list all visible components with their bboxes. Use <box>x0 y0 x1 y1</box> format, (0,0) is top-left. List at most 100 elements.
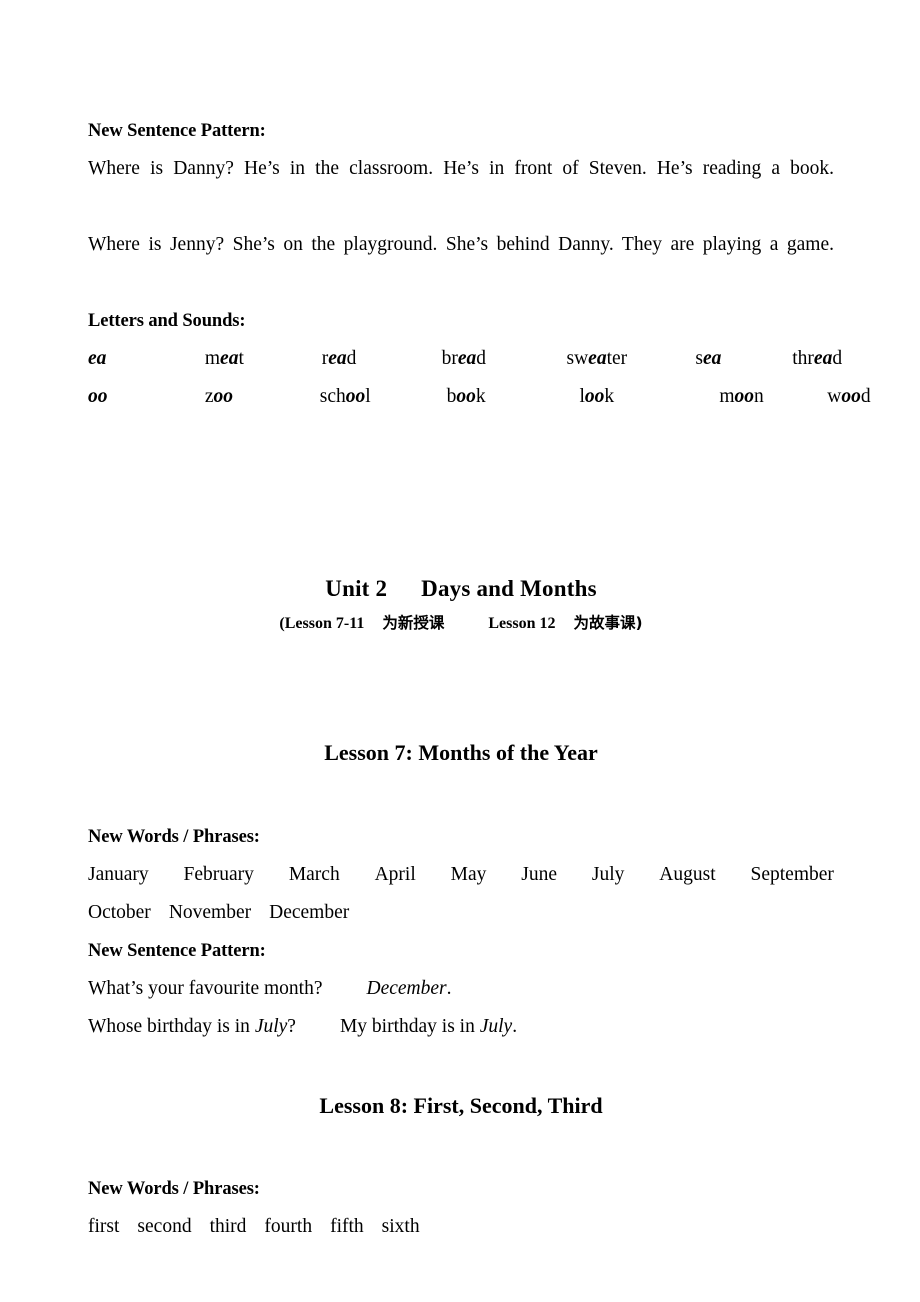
lesson8-heading: Lesson 8: First, Second, Third <box>319 1093 603 1118</box>
pattern2-a-tail: . <box>512 1016 518 1037</box>
unit1-sentence-pattern-label: New Sentence Pattern: <box>88 121 266 141</box>
page-content: New Sentence Pattern: Where is Danny? He… <box>88 112 871 1246</box>
blank-spacer-after-lesson7-heading <box>88 771 834 818</box>
unit2-subtitle-lesson12: Lesson 12 <box>488 615 556 632</box>
word-post: d <box>476 348 487 369</box>
month-august: August <box>659 864 716 885</box>
word-post: k <box>604 386 615 407</box>
phonics-word-meat: meat <box>205 340 317 378</box>
phonics-word-wood: wood <box>827 378 870 416</box>
letters-and-sounds-label: Letters and Sounds: <box>88 311 246 331</box>
word-pre: m <box>204 348 221 369</box>
unit1-sentence-line-2: Where is Jenny? She’s on the playground.… <box>88 234 834 255</box>
word-pre: sch <box>319 386 346 407</box>
word-pre: w <box>827 386 842 407</box>
month-june: June <box>521 864 558 885</box>
phonics-key-ea: ea <box>88 348 107 369</box>
word-digraph: ea <box>457 348 477 369</box>
word-post: d <box>832 348 843 369</box>
unit2-name: Days and Months <box>421 576 597 601</box>
word-pre: z <box>204 386 214 407</box>
phonics-word-book: book <box>447 378 575 416</box>
ordinal-sixth: sixth <box>381 1216 420 1237</box>
month-march: March <box>288 864 340 885</box>
pattern2-q-italic: July <box>254 1016 288 1037</box>
month-november: November <box>168 902 252 923</box>
phonics-word-zoo: zoo <box>205 378 315 416</box>
lesson7-pattern-1: What’s your favourite month? December. <box>88 970 834 1008</box>
word-digraph: oo <box>841 386 861 407</box>
document-page: New Sentence Pattern: Where is Danny? He… <box>0 0 920 1302</box>
phonics-word-bread: bread <box>442 340 562 378</box>
blank-spacer-after-lesson8-heading <box>88 1124 834 1170</box>
ordinal-fourth: fourth <box>264 1216 313 1237</box>
pattern2-a-lead: My birthday is in <box>339 1016 480 1037</box>
pattern1-answer-tail: . <box>446 978 452 999</box>
lesson7-heading: Lesson 7: Months of the Year <box>324 740 598 765</box>
lesson7-months-line-2: October November December <box>88 894 834 932</box>
month-december: December <box>269 902 350 923</box>
phonics-word-sea: sea <box>695 340 787 378</box>
month-april: April <box>374 864 416 885</box>
word-digraph: ea <box>702 348 722 369</box>
word-digraph: ea <box>588 348 607 369</box>
month-january: January <box>88 864 149 885</box>
unit2-subtitle-cn-1: 为新授课 <box>382 614 445 632</box>
unit2-heading: Unit 2 Days and Months <box>88 572 834 606</box>
word-pre: m <box>719 386 735 407</box>
word-pre: sw <box>566 348 589 369</box>
pattern1-answer: December <box>366 978 447 999</box>
word-post: ter <box>606 348 628 369</box>
word-digraph: oo <box>584 386 605 407</box>
word-digraph: ea <box>220 348 239 369</box>
word-pre: s <box>695 348 703 369</box>
word-post: d <box>860 386 871 407</box>
word-post: t <box>238 348 244 369</box>
phonics-row-oo: oo zoo school book look moon wood <box>88 378 871 416</box>
word-pre: thr <box>792 348 814 369</box>
ordinal-third: third <box>209 1216 247 1237</box>
ordinal-second: second <box>137 1216 192 1237</box>
word-pre: b <box>446 386 457 407</box>
month-february: February <box>183 864 254 885</box>
lesson7-sentence-pattern-label: New Sentence Pattern: <box>88 941 266 961</box>
phonics-word-look: look <box>580 378 715 416</box>
month-october: October <box>88 902 151 923</box>
word-post: d <box>346 348 357 369</box>
phonics-word-sweater: sweater <box>567 340 691 378</box>
unit2-subtitle: (Lesson 7-11 为新授课 Lesson 12 为故事课) <box>88 606 834 641</box>
word-digraph: oo <box>345 386 366 407</box>
unit2-subtitle-cn-2: 为故事课) <box>573 614 643 632</box>
word-post: k <box>475 386 486 407</box>
lesson7-pattern-2: Whose birthday is in July? My birthday is… <box>88 1008 834 1046</box>
lesson8-ordinals-line: first second third fourth fifth sixth <box>88 1208 834 1246</box>
unit2-number: Unit 2 <box>325 576 388 601</box>
month-may: May <box>450 864 487 885</box>
word-digraph: oo <box>213 386 234 407</box>
word-post: n <box>754 386 764 407</box>
word-pre: br <box>441 348 458 369</box>
word-digraph: ea <box>813 348 833 369</box>
blank-spacer-before-unit2 <box>88 416 834 572</box>
lesson7-new-words-label: New Words / Phrases: <box>88 827 260 847</box>
month-july: July <box>591 864 625 885</box>
phonics-row-ea: ea meat read bread sweater sea thread <box>88 340 842 378</box>
word-post: l <box>365 386 371 407</box>
month-september: September <box>750 864 834 885</box>
phonics-key-oo: oo <box>88 386 108 407</box>
ordinal-fifth: fifth <box>330 1216 364 1237</box>
blank-spacer-before-lesson8 <box>88 1046 834 1088</box>
pattern2-q-lead: Whose birthday is in <box>88 1016 255 1037</box>
phonics-word-thread: thread <box>792 340 842 378</box>
lesson7-months-line-1: January February March April May June Ju… <box>88 856 834 894</box>
unit2-subtitle-lessons: (Lesson 7-11 <box>279 615 365 632</box>
ordinal-first: first <box>88 1216 120 1237</box>
blank-spacer-before-lesson7 <box>88 641 834 735</box>
word-digraph: oo <box>734 386 755 407</box>
phonics-word-school: school <box>320 378 442 416</box>
unit1-sentence-line-1: Where is Danny? He’s in the classroom. H… <box>88 158 834 179</box>
word-digraph: oo <box>456 386 476 407</box>
pattern1-question: What’s your favourite month? <box>88 978 323 999</box>
phonics-word-moon: moon <box>719 378 822 416</box>
lesson8-new-words-label: New Words / Phrases: <box>88 1179 260 1199</box>
